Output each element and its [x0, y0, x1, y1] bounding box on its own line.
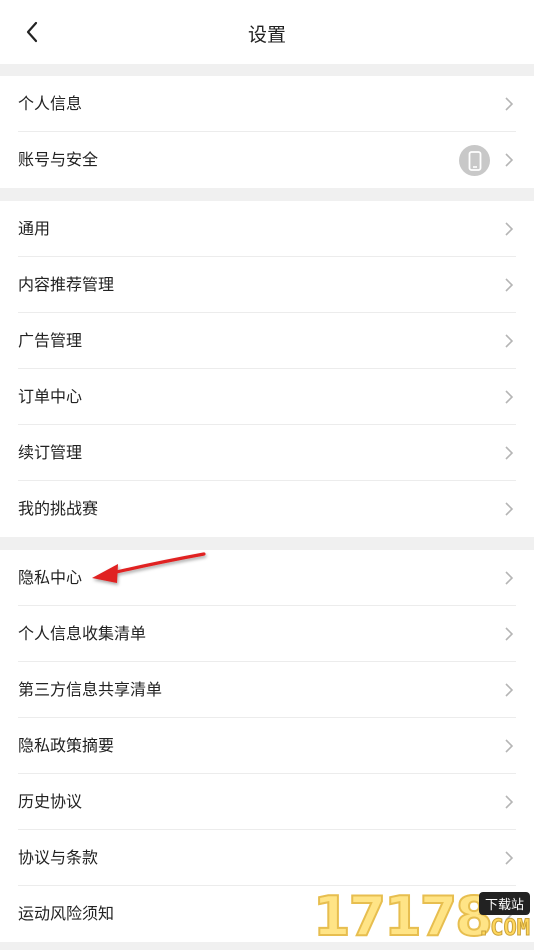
chevron-right-icon	[505, 390, 514, 404]
settings-item-label: 个人信息收集清单	[18, 624, 147, 643]
chevron-right-icon	[505, 683, 514, 697]
settings-item-label: 通用	[18, 219, 51, 238]
settings-item-info-collection-list[interactable]: 个人信息收集清单	[0, 606, 534, 662]
settings-item-privacy-center[interactable]: 隐私中心	[0, 550, 534, 606]
chevron-right-icon	[505, 97, 514, 111]
chevron-right-icon	[505, 739, 514, 753]
settings-item-account-security[interactable]: 账号与安全	[0, 132, 534, 188]
settings-item-label: 隐私政策摘要	[18, 736, 115, 755]
settings-item-terms[interactable]: 协议与条款	[0, 830, 534, 886]
chevron-right-icon	[505, 446, 514, 460]
chevron-right-icon	[505, 907, 514, 921]
chevron-right-icon	[505, 334, 514, 348]
settings-item-label: 第三方信息共享清单	[18, 680, 163, 699]
chevron-right-icon	[505, 571, 514, 585]
settings-group-general: 通用 内容推荐管理 广告管理 订单中心 续订管理 我的挑战赛	[0, 201, 534, 537]
settings-item-label: 我的挑战赛	[18, 499, 99, 518]
chevron-right-icon	[505, 153, 514, 167]
settings-item-label: 续订管理	[18, 443, 83, 462]
settings-item-label: 个人信息	[18, 94, 83, 113]
chevron-right-icon	[505, 795, 514, 809]
settings-item-label: 历史协议	[18, 792, 83, 811]
settings-item-label: 隐私中心	[18, 568, 83, 587]
chevron-right-icon	[505, 278, 514, 292]
settings-group-account: 个人信息 账号与安全	[0, 76, 534, 188]
chevron-right-icon	[505, 502, 514, 516]
settings-item-order-center[interactable]: 订单中心	[0, 369, 534, 425]
chevron-right-icon	[505, 222, 514, 236]
settings-item-history-agreements[interactable]: 历史协议	[0, 774, 534, 830]
page-title: 设置	[247, 24, 286, 46]
settings-item-label: 运动风险须知	[18, 904, 115, 923]
settings-group-privacy: 隐私中心 个人信息收集清单 第三方信息共享清单 隐私政策摘要 历史协议 协议与条…	[0, 550, 534, 942]
settings-item-content-recommendation[interactable]: 内容推荐管理	[0, 257, 534, 313]
chevron-right-icon	[505, 627, 514, 641]
settings-item-challenges[interactable]: 我的挑战赛	[0, 481, 534, 537]
settings-item-ad-management[interactable]: 广告管理	[0, 313, 534, 369]
settings-item-label: 账号与安全	[18, 150, 99, 169]
settings-item-exercise-risk[interactable]: 运动风险须知	[0, 886, 534, 942]
settings-item-third-party-sharing[interactable]: 第三方信息共享清单	[0, 662, 534, 718]
phone-icon	[459, 145, 490, 176]
settings-item-privacy-summary[interactable]: 隐私政策摘要	[0, 718, 534, 774]
settings-item-general[interactable]: 通用	[0, 201, 534, 257]
settings-item-label: 内容推荐管理	[18, 275, 115, 294]
settings-item-renewal[interactable]: 续订管理	[0, 425, 534, 481]
settings-item-label: 协议与条款	[18, 848, 99, 867]
settings-item-personal-info[interactable]: 个人信息	[0, 76, 534, 132]
chevron-right-icon	[505, 851, 514, 865]
top-bar: 设置	[0, 0, 534, 64]
settings-item-label: 广告管理	[18, 331, 83, 350]
settings-item-label: 订单中心	[18, 387, 83, 406]
